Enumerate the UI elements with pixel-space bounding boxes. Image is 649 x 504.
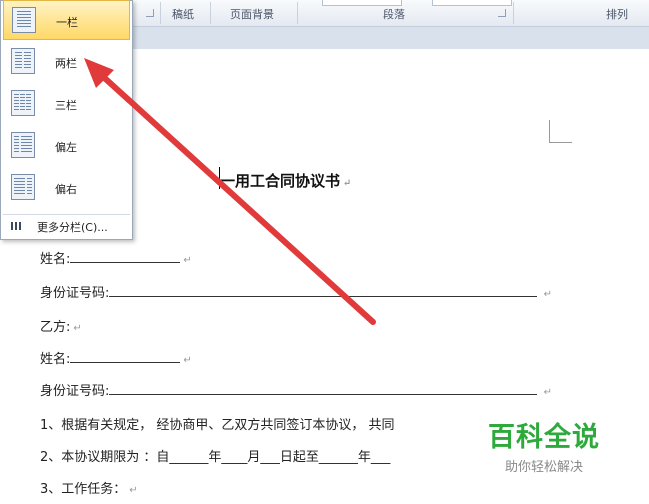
menu-item-two-columns[interactable]: 两栏 (3, 42, 130, 82)
columns-grid-icon (11, 222, 21, 230)
blank-field (109, 284, 538, 297)
watermark: 百科全说 助你轻松解决 (484, 415, 604, 475)
blank-field (70, 250, 181, 263)
ribbon-group-paragraph[interactable]: 段落 (383, 6, 405, 22)
menu-item-one-column[interactable]: 一栏 (3, 0, 130, 40)
dialog-launcher-icon[interactable] (146, 9, 154, 17)
watermark-title: 百科全说 (488, 422, 600, 453)
three-columns-icon (11, 90, 35, 116)
menu-item-label: 偏右 (55, 183, 77, 196)
more-columns-item[interactable]: 更多分栏(C)... (3, 214, 130, 237)
document-title: 一用工合同协议书 ↵ (220, 172, 352, 190)
menu-item-left[interactable]: 偏左 (3, 126, 130, 166)
ribbon-separator (513, 2, 514, 24)
clause-1-line: 1、根据有关规定， 经协商甲、乙双方共同签订本协议， 共同 (40, 418, 395, 433)
blank-field (109, 382, 538, 395)
dialog-launcher-icon[interactable] (498, 9, 506, 17)
right-column-icon (11, 174, 35, 200)
margin-corner-mark (549, 120, 572, 143)
menu-item-label: 偏左 (55, 141, 77, 154)
ribbon-separator (160, 2, 161, 24)
menu-item-three-columns[interactable]: 三栏 (3, 84, 130, 124)
name-line: 姓名: ↵ (40, 350, 192, 367)
watermark-subtitle: 助你轻松解决 (504, 460, 583, 475)
one-column-icon (12, 7, 36, 33)
party-b-line: 乙方: ↵ (40, 320, 82, 335)
clause-3-line: 3、工作任务： ↵ (40, 482, 138, 497)
ribbon-group-manuscript[interactable]: 稿纸 (172, 6, 194, 22)
spacing-after-field[interactable] (432, 0, 512, 6)
ribbon-group-arrange[interactable]: 排列 (606, 6, 628, 22)
menu-item-label: 一栏 (56, 16, 78, 29)
id-number-line: 身份证号码: ↵ (40, 284, 552, 301)
columns-dropdown-menu: 一栏 两栏 三栏 偏左 偏右 更多分栏(C)... (0, 0, 133, 240)
more-columns-label: 更多分栏(C)... (37, 221, 108, 234)
ribbon-separator (297, 2, 298, 24)
ribbon-group-page-background[interactable]: 页面背景 (230, 6, 274, 22)
menu-item-right[interactable]: 偏右 (3, 168, 130, 208)
ribbon-separator (210, 2, 211, 24)
two-columns-icon (11, 48, 35, 74)
menu-item-label: 三栏 (55, 99, 77, 112)
blank-field (70, 350, 181, 363)
left-column-icon (11, 132, 35, 158)
name-line: 姓名: ↵ (40, 250, 192, 267)
menu-item-label: 两栏 (55, 57, 77, 70)
id-number-line: 身份证号码: ↵ (40, 382, 552, 399)
clause-2-line: 2、本协议期限为 ：自______年____月___日起至______年___ (40, 450, 391, 465)
